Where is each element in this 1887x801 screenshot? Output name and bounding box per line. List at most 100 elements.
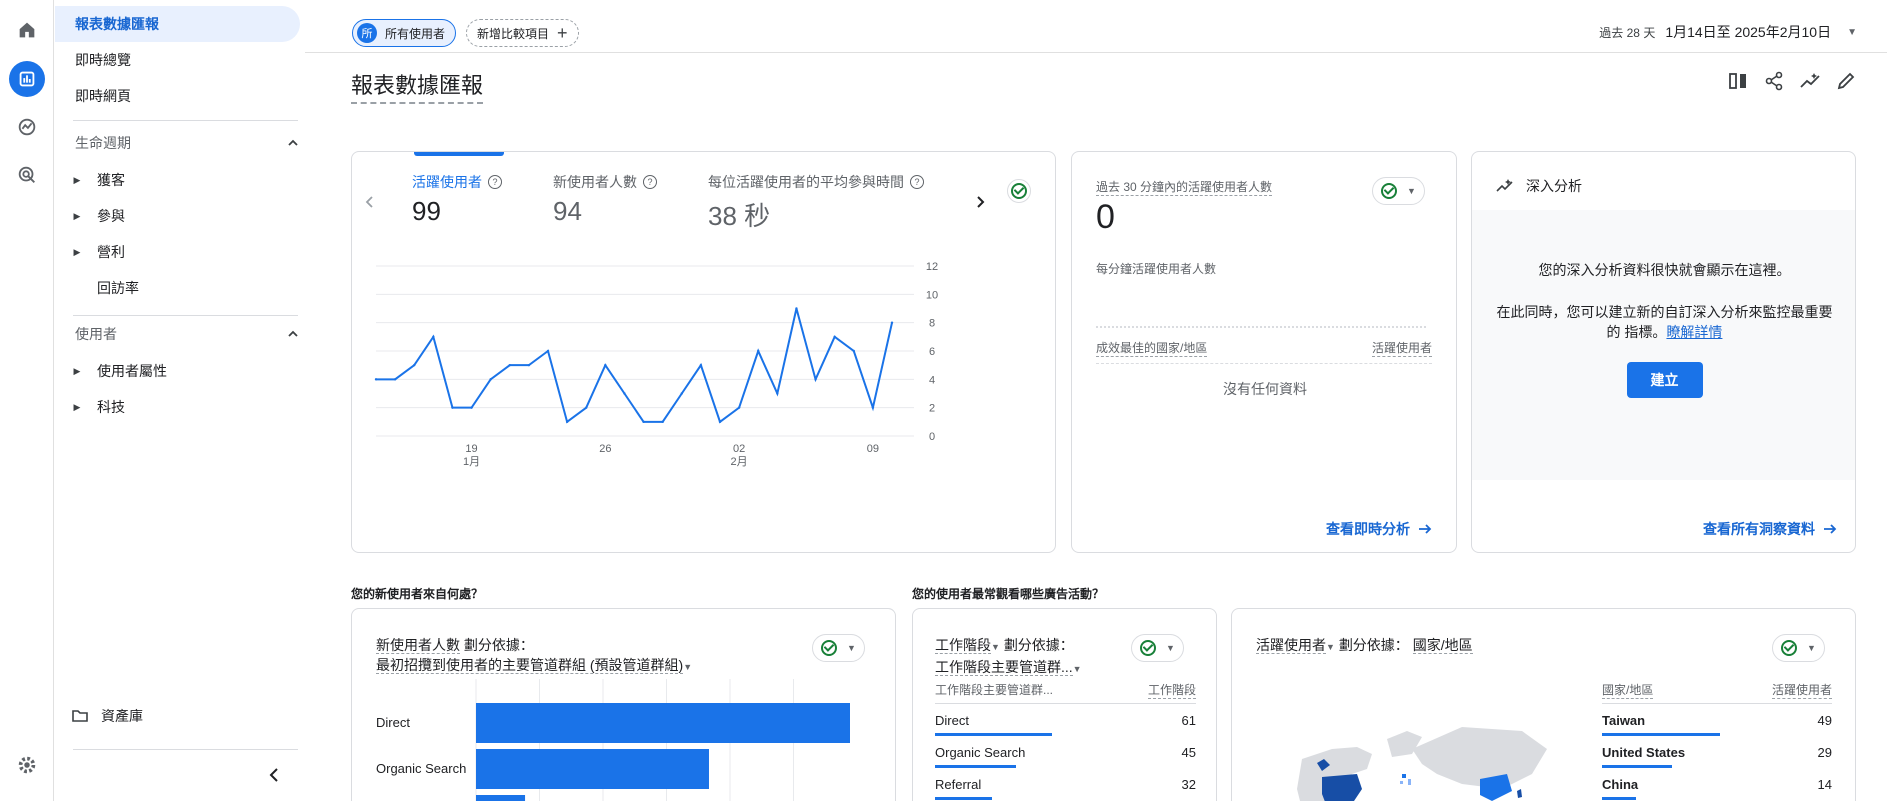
reports-icon[interactable] — [9, 61, 45, 97]
home-icon[interactable] — [9, 12, 45, 48]
page-title: 報表數據匯報 — [351, 68, 484, 104]
column-header[interactable]: 國家/地區 — [1602, 681, 1654, 699]
metric-selector[interactable]: 新使用者人數 — [376, 637, 460, 654]
insights-hint-text: 在此同時，您可以建立新的自訂深入分析來監控最重要的 指標。 — [1496, 304, 1833, 340]
explore-icon[interactable] — [9, 109, 45, 145]
view-realtime-link[interactable]: 查看即時分析 — [1326, 519, 1432, 539]
column-header[interactable]: 工作階段主要管道群... — [935, 681, 1053, 699]
nav-item-label: 獲客 — [97, 172, 125, 188]
data-point — [623, 392, 626, 395]
help-icon[interactable]: ? — [643, 175, 657, 189]
x-tick-label: 19 — [465, 443, 477, 455]
dimension-selector[interactable]: 國家/地區 — [1412, 637, 1473, 654]
nav-section-user[interactable]: 使用者 — [75, 320, 300, 348]
nav-item-monetization[interactable]: ▶ 營利 — [67, 237, 125, 267]
date-range-prefix: 過去 28 天 — [1599, 25, 1656, 40]
insights-icon[interactable] — [1799, 70, 1821, 92]
table-body: Taiwan 49 United States 29 China 14 — [1602, 704, 1832, 801]
dropdown-arrow-icon: ▼ — [1166, 643, 1175, 653]
table-row[interactable]: Organic Search 45 — [935, 736, 1196, 768]
nav-item-user-attributes[interactable]: ▶ 使用者屬性 — [67, 356, 167, 386]
data-point — [776, 392, 779, 395]
split-label: 劃分依據： — [1338, 637, 1409, 653]
row-label: China — [1602, 776, 1639, 792]
date-range-picker[interactable]: 過去 28 天 1月14日至 2025年2月10日 ▼ — [1599, 22, 1857, 42]
metric-value: 38 秒 — [708, 201, 771, 231]
add-comparison-button[interactable]: 新增比較項目 + — [466, 19, 579, 47]
x-tick-month-label: 1月 — [463, 456, 480, 468]
nav-item-acquisition[interactable]: ▶ 獲客 — [67, 165, 125, 195]
table-row[interactable]: Taiwan 49 — [1602, 704, 1832, 736]
quality-dropdown[interactable]: ▼ — [1772, 634, 1825, 662]
table-body: Direct 61 Organic Search 45 Referral 32 — [935, 704, 1196, 801]
y-tick-label: 12 — [926, 261, 938, 273]
bar[interactable] — [476, 795, 526, 801]
view-all-insights-link[interactable]: 查看所有洞察資料 — [1703, 519, 1837, 539]
table-row[interactable]: China 14 — [1602, 768, 1832, 800]
chevron-up-icon — [288, 330, 298, 337]
edit-icon[interactable] — [1835, 70, 1857, 92]
learn-more-link[interactable]: 瞭解詳情 — [1666, 324, 1722, 340]
nav-section-label: 生命週期 — [75, 135, 131, 151]
bar[interactable] — [476, 703, 850, 743]
folder-icon — [72, 710, 88, 722]
dimension-selector[interactable]: 工作階段主要管道群... — [935, 659, 1073, 676]
data-point — [757, 349, 760, 353]
x-tick-label: 02 — [733, 443, 745, 455]
data-point — [413, 363, 416, 367]
nav-section-label: 使用者 — [75, 326, 117, 342]
sessions-table: 工作階段主要管道群... 工作階段 Direct 61 Organic Search… — [935, 681, 1196, 801]
arrow-right-icon — [1419, 524, 1432, 534]
column-header[interactable]: 活躍使用者 — [1771, 681, 1832, 699]
metric-avg-engagement-time[interactable]: 每位活躍使用者的平均參與時間? 38 秒 — [708, 172, 924, 233]
table-header: 工作階段主要管道群... 工作階段 — [935, 681, 1196, 704]
nav-realtime-overview[interactable]: 即時總覽 — [55, 42, 300, 78]
check-circle-icon — [1140, 640, 1156, 656]
nav-item-retention[interactable]: 回訪率 — [67, 273, 139, 303]
table-row[interactable]: Direct 61 — [935, 704, 1196, 736]
collapse-nav-icon[interactable] — [265, 766, 283, 787]
segment-chip-all-users[interactable]: 所 所有使用者 — [352, 19, 457, 47]
create-insight-button[interactable]: 建立 — [1626, 362, 1703, 398]
column-header[interactable]: 成效最佳的國家/地區 — [1096, 339, 1208, 357]
compare-icon[interactable] — [1727, 70, 1749, 92]
dropdown-arrow-icon: ▼ — [683, 662, 693, 672]
insights-icon — [1496, 179, 1513, 192]
metric-new-users[interactable]: 新使用者人數? 94 — [553, 172, 657, 227]
settings-icon[interactable] — [9, 747, 45, 783]
metric-active-users[interactable]: 活躍使用者? 99 — [412, 172, 502, 227]
new-users-bar-chart: Direct Organic Search — [376, 679, 850, 801]
link-label: 查看即時分析 — [1326, 521, 1410, 537]
chevron-right-icon[interactable] — [972, 194, 988, 213]
column-header[interactable]: 工作階段 — [1147, 681, 1196, 699]
dimension-selector[interactable]: 最初招攬到使用者的主要管道群組 (預設管道群組) — [376, 657, 684, 674]
data-point — [890, 321, 894, 324]
nav-item-engagement[interactable]: ▶ 參與 — [67, 201, 125, 231]
nav-report-home[interactable]: 報表數據匯報 — [55, 6, 300, 42]
metric-selector[interactable]: 工作階段 — [935, 637, 991, 654]
table-row[interactable]: Referral 32 — [935, 768, 1196, 800]
column-header[interactable]: 活躍使用者 — [1371, 339, 1432, 357]
table-row[interactable]: United States 29 — [1602, 736, 1832, 768]
nav-section-lifecycle[interactable]: 生命週期 — [75, 129, 300, 157]
active-metric-indicator — [414, 152, 504, 156]
chevron-left-icon[interactable] — [362, 194, 378, 213]
row-label: Organic Search — [935, 744, 1026, 760]
caret-right-icon: ▶ — [73, 401, 81, 412]
active-users-line-chart: 024681012191月26 022月09 — [374, 261, 938, 468]
realtime-quality-dropdown[interactable]: ▼ — [1372, 177, 1425, 205]
share-icon[interactable] — [1763, 70, 1785, 92]
advertising-icon[interactable] — [9, 157, 45, 193]
bar[interactable] — [476, 749, 709, 789]
data-quality-icon[interactable] — [1007, 179, 1031, 203]
metric-selector[interactable]: 活躍使用者 — [1256, 637, 1326, 654]
quality-dropdown[interactable]: ▼ — [1131, 634, 1184, 662]
nav-realtime-pages[interactable]: 即時網頁 — [55, 78, 300, 114]
data-point — [680, 392, 683, 395]
help-icon[interactable]: ? — [910, 175, 924, 189]
nav-item-tech[interactable]: ▶ 科技 — [67, 392, 125, 422]
dropdown-arrow-icon: ▼ — [1807, 643, 1816, 653]
nav-library[interactable]: 資產庫 — [71, 701, 143, 731]
quality-dropdown[interactable]: ▼ — [812, 634, 865, 662]
help-icon[interactable]: ? — [488, 175, 502, 189]
